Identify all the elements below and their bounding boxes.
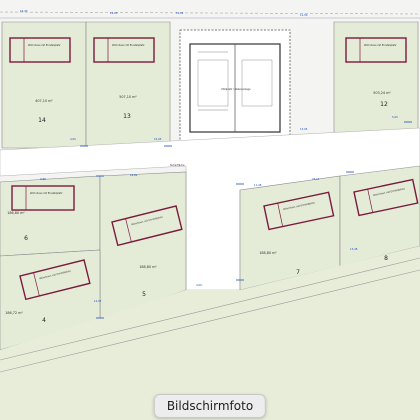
dimension-label: 4,00 [70,137,76,141]
house-label: Wohnhaus mit Einstellplatz [28,44,61,47]
dimension-label: 16,82 [130,173,138,177]
lot-7-number: 7 [296,269,300,276]
lot-7-area: 188,80 m² [259,251,277,255]
dimension-label: 9,88 [40,177,46,181]
lot-6 [0,175,101,257]
image-viewer: Müllplatz / Nebenanlage Wohnhaus mit Ein… [0,0,420,420]
dimension-label: 11,50 [300,13,308,17]
lot-14 [1,21,87,149]
lot-14-area: 407,10 m² [35,99,53,103]
dimension-label: 4,00 [196,283,202,287]
dimension-label: 16,00 [110,11,118,15]
lot-5-area: 188,80 m² [139,265,157,269]
dimension-label: 10,95 [154,137,162,141]
lot-4-number: 4 [42,317,46,324]
dimension-label: 11,48 [254,183,262,187]
site-plan-drawing: Müllplatz / Nebenanlage Wohnhaus mit Ein… [0,0,420,420]
dimension-label: 23,11 [312,177,320,181]
dimension-label: 14,07 [94,299,102,303]
lot-6-number: 6 [24,235,28,242]
central-block-label: Müllplatz / Nebenanlage [222,88,251,91]
lot-12-number: 12 [380,101,388,108]
lot-14-number: 14 [38,117,46,124]
dimension-label: 16,40 [20,9,28,13]
lot-5-number: 5 [142,291,146,298]
dimension-label: 19,05 [176,11,184,15]
house-label: Wohnhaus mit Einstellplatz [364,44,397,47]
lot-13-area: 507,10 m² [119,95,137,99]
screenshot-caption: Bildschirmfoto [153,394,267,418]
lot-12-area: 503,24 m² [373,91,391,95]
lot-4-area: 186,72 m² [5,311,23,315]
house-label: Wohnhaus mit Einstellplatz [112,44,145,47]
lot-8-number: 8 [384,255,388,262]
middle-note: Sickerfläche [170,164,185,167]
lot-13-number: 13 [123,113,131,120]
lot-13 [85,21,171,149]
house-label: Wohnhaus mit Einstellplatz [30,192,63,195]
dimension-label: 13,05 [300,127,308,131]
lot-6-area: 186,80 m² [7,211,25,215]
dimension-label: 5,00 [392,115,398,119]
dimension-label: 13,48 [350,247,358,251]
